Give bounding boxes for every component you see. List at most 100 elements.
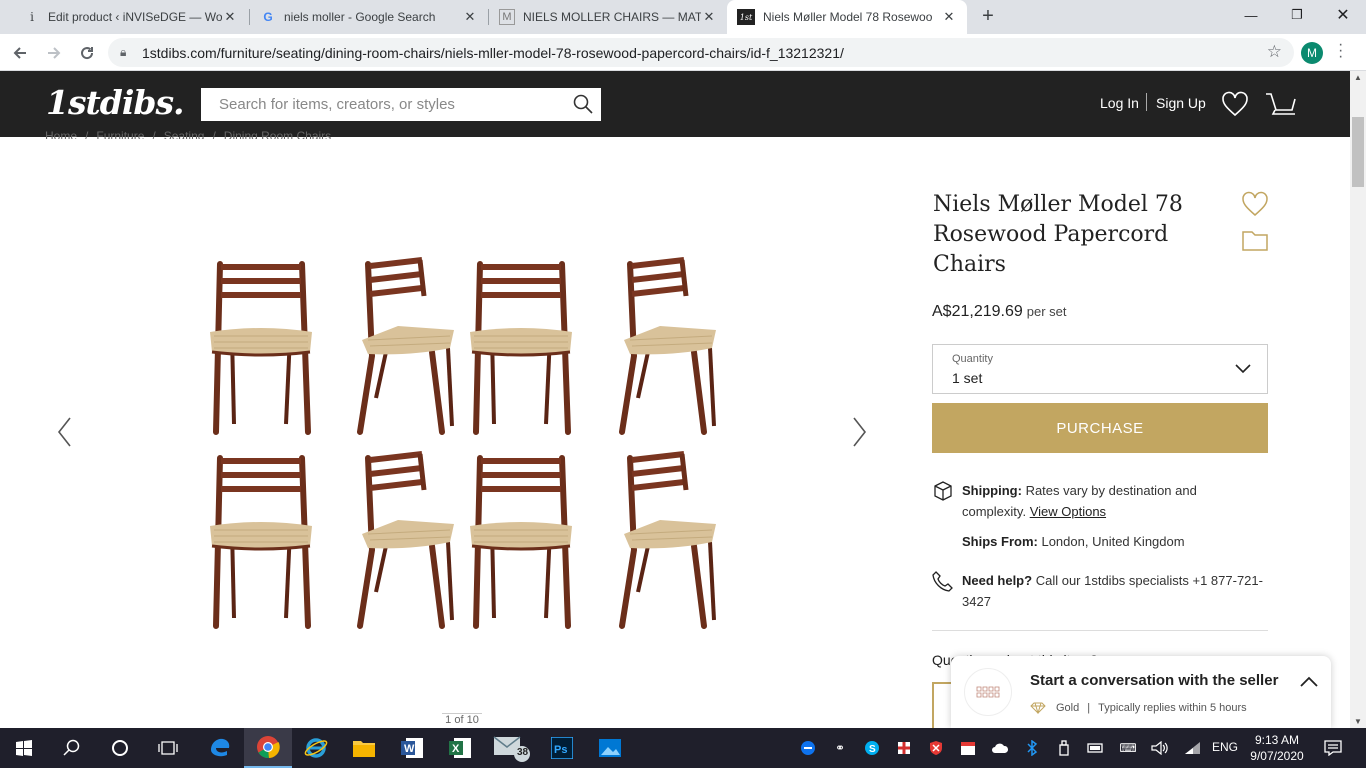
browser-toolbar: 🔒︎ 1stdibs.com/furniture/seating/dining-… — [0, 34, 1366, 71]
scrollbar-thumb[interactable] — [1352, 117, 1364, 187]
product-price: A$21,219.69 per set — [932, 303, 1067, 321]
close-icon[interactable]: ✕ — [701, 9, 717, 25]
minimize-button[interactable]: — — [1228, 0, 1274, 30]
login-link[interactable]: Log In — [1100, 95, 1139, 111]
bookmark-star-icon[interactable]: ☆ — [1267, 42, 1282, 62]
back-arrow-icon — [13, 47, 26, 59]
task-view-icon — [158, 741, 178, 755]
breadcrumb-home[interactable]: Home — [45, 129, 77, 139]
header-divider — [1146, 93, 1147, 111]
search-button[interactable] — [48, 728, 96, 768]
taskbar-mail[interactable]: 38 — [488, 728, 536, 768]
tab-google-search[interactable]: G niels moller - Google Search ✕ — [250, 0, 488, 34]
edge-icon — [211, 738, 230, 757]
info-favicon-icon: i — [30, 10, 34, 24]
link-tray-icon[interactable]: ⚭ — [830, 738, 850, 758]
search-icon — [63, 739, 80, 756]
tray-app-icon[interactable] — [798, 738, 818, 758]
security-tray-icon[interactable] — [894, 738, 914, 758]
scroll-down-icon[interactable]: ▼ — [1354, 717, 1362, 726]
taskbar-ie[interactable] — [292, 728, 340, 768]
close-icon[interactable]: ✕ — [222, 9, 238, 25]
url-text[interactable]: 1stdibs.com/furniture/seating/dining-roo… — [142, 45, 844, 61]
m-favicon-icon: M — [499, 9, 515, 25]
breadcrumb: Home / Furniture / Seating / Dining Room Chair… — [45, 129, 331, 139]
tier-label: Gold — [1056, 702, 1080, 714]
wifi-icon[interactable] — [1182, 738, 1202, 758]
diamond-icon — [1030, 702, 1046, 714]
task-view-button[interactable] — [144, 728, 192, 768]
taskbar-photoshop[interactable]: Ps — [538, 728, 586, 768]
usb-icon[interactable] — [1054, 738, 1074, 758]
chair-image — [470, 458, 572, 626]
back-button[interactable] — [8, 41, 32, 65]
volume-icon[interactable] — [1150, 738, 1170, 758]
cart-icon[interactable] — [1265, 91, 1297, 117]
notification-center-icon[interactable] — [1322, 738, 1344, 758]
lock-icon: 🔒︎ — [120, 45, 127, 59]
taskbar-photos[interactable] — [586, 728, 634, 768]
product-title: Niels Møller Model 78 Rosewood Papercord… — [933, 192, 1183, 277]
system-clock[interactable]: 9:13 AM 9/07/2020 — [1244, 732, 1310, 764]
address-bar[interactable]: 🔒︎ 1stdibs.com/furniture/seating/dining-… — [108, 38, 1294, 67]
windows-taskbar: W X 38 Ps ⚭ S ⌨︎ ENG 9:13 AM 9/07/2020 — [0, 728, 1366, 768]
search-input[interactable] — [201, 88, 561, 121]
scroll-up-icon[interactable]: ▲ — [1354, 73, 1362, 82]
excel-icon: X — [449, 738, 471, 758]
new-tab-button[interactable]: + — [978, 5, 998, 28]
previous-image-arrow-icon[interactable] — [54, 414, 78, 450]
word-icon: W — [401, 738, 423, 758]
calendar-tray-icon[interactable] — [958, 738, 978, 758]
chair-image — [622, 454, 716, 626]
svg-text:S: S — [869, 744, 876, 755]
breadcrumb-dining-room-chairs[interactable]: Dining Room Chairs — [224, 129, 331, 139]
chevron-up-icon[interactable] — [1299, 674, 1319, 688]
maximize-button[interactable]: ❐ — [1274, 0, 1320, 30]
next-image-arrow-icon[interactable] — [846, 414, 870, 450]
purchase-button[interactable]: PURCHASE — [932, 403, 1268, 453]
reload-button[interactable] — [75, 41, 99, 65]
chair-image — [360, 260, 454, 432]
photos-icon — [599, 739, 621, 757]
skype-icon[interactable]: S — [862, 738, 882, 758]
seller-chat-widget[interactable]: Start a conversation with the seller Gol… — [951, 656, 1331, 728]
signup-link[interactable]: Sign Up — [1156, 95, 1206, 111]
browser-menu-icon[interactable]: · · · — [1338, 37, 1343, 65]
taskbar-excel[interactable]: X — [436, 728, 484, 768]
profile-avatar[interactable]: M — [1301, 42, 1323, 64]
add-to-folder-icon[interactable] — [1241, 226, 1269, 254]
keyboard-icon[interactable]: ⌨︎ — [1118, 738, 1138, 758]
breadcrumb-furniture[interactable]: Furniture — [96, 129, 144, 139]
favorite-heart-icon[interactable] — [1241, 190, 1269, 218]
taskbar-chrome[interactable] — [244, 728, 292, 768]
tab-niels-moller-chairs[interactable]: M NIELS MOLLER CHAIRS — MATT ✕ — [489, 0, 727, 34]
window-close-button[interactable]: ✕ — [1320, 0, 1366, 30]
tab-title: Niels Møller Model 78 Rosewoo — [763, 10, 933, 24]
battery-icon[interactable] — [1086, 738, 1106, 758]
site-logo[interactable]: 1stdibs. — [46, 83, 185, 122]
product-image[interactable] — [200, 250, 730, 630]
close-icon[interactable]: ✕ — [941, 9, 957, 25]
taskbar-edge[interactable] — [196, 728, 244, 768]
taskbar-file-explorer[interactable] — [340, 728, 388, 768]
start-button[interactable] — [0, 728, 48, 768]
shipping-label: Shipping: — [962, 483, 1022, 498]
cortana-button[interactable] — [96, 728, 144, 768]
favorites-heart-icon[interactable] — [1221, 91, 1249, 117]
chair-image — [210, 264, 312, 432]
breadcrumb-seating[interactable]: Seating — [164, 129, 205, 139]
search-icon[interactable] — [573, 94, 593, 114]
tab-edit-product[interactable]: i Edit product ‹ iNVISeDGE — Wor ✕ — [14, 0, 248, 34]
page-scrollbar[interactable]: ▲ ▼ — [1350, 71, 1366, 728]
bluetooth-icon[interactable] — [1022, 738, 1042, 758]
quantity-select[interactable]: Quantity 1 set — [932, 344, 1268, 394]
language-indicator[interactable]: ENG — [1212, 740, 1238, 754]
onedrive-icon[interactable] — [990, 738, 1010, 758]
forward-button[interactable] — [42, 41, 66, 65]
view-options-link[interactable]: View Options — [1030, 504, 1106, 519]
svg-text:W: W — [404, 743, 415, 755]
close-icon[interactable]: ✕ — [462, 9, 478, 25]
taskbar-word[interactable]: W — [388, 728, 436, 768]
shield-icon[interactable] — [926, 738, 946, 758]
tab-1stdibs-product[interactable]: 1st Niels Møller Model 78 Rosewoo ✕ — [727, 0, 967, 34]
